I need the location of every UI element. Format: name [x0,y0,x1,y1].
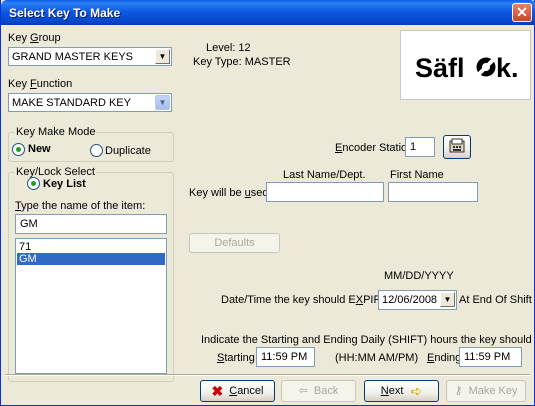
yellow-arrow-icon: ➪ [410,383,423,400]
close-icon: ✕ [516,4,528,20]
shift-instruction: Indicate the Starting and Ending Daily (… [201,334,535,346]
saflok-logo-graphic: Säfl k. [415,53,519,83]
footer-divider [5,374,530,376]
chevron-down-icon[interactable]: ▼ [155,49,170,64]
expire-date-value: 12/06/2008 [382,294,438,306]
last-name-header: Last Name/Dept. [283,169,366,181]
close-button[interactable]: ✕ [512,3,532,22]
cancel-button[interactable]: ✖ Cancel [200,380,275,402]
encoder-icon [449,138,465,153]
key-type-text: Key Type: MASTER [193,56,291,68]
expire-label: Date/Time the key should EXPIRE: [221,294,392,306]
svg-text:Säfl: Säfl [415,53,465,83]
chevron-down-icon[interactable]: ▼ [155,95,170,110]
level-text: Level: 12 [206,42,251,54]
make-key-button[interactable]: ⚷ Make Key [446,380,526,402]
key-list-radio[interactable] [27,177,40,190]
list-item-selected[interactable]: GM [17,253,165,265]
duplicate-radio-label[interactable]: Duplicate [105,145,151,157]
key-icon: ⚷ [454,385,463,398]
key-function-label: Key Function [8,78,73,90]
new-radio[interactable] [12,143,25,156]
key-group-value: GRAND MASTER KEYS [12,51,134,63]
encoder-station-input[interactable]: 1 [405,137,435,157]
back-button[interactable]: ⇦ Back [281,380,356,402]
window-title: Select Key To Make [9,6,121,20]
back-arrow-icon: ⇦ [298,385,308,398]
key-function-value: MAKE STANDARD KEY [12,97,131,109]
type-name-prompt: Type the name of the item: [15,200,146,212]
last-name-input[interactable] [266,182,384,202]
ending-time-input[interactable]: 11:59 PM [459,347,522,367]
red-x-icon: ✖ [211,383,224,400]
svg-text:k.: k. [496,53,519,83]
saflok-logo: Säfl k. [400,30,531,100]
next-button[interactable]: Next ➪ [364,380,439,402]
starting-label: Starting [217,352,255,364]
first-name-input[interactable] [388,182,478,202]
item-search-input[interactable]: GM [15,214,167,234]
chevron-down-icon[interactable]: ▼ [440,292,455,307]
key-listbox[interactable]: 71 GM [15,238,167,374]
encoder-button[interactable] [443,135,471,159]
list-item[interactable]: 71 [17,241,165,253]
first-name-header: First Name [390,169,444,181]
title-bar[interactable]: Select Key To Make ✕ [1,0,535,25]
key-function-select[interactable]: MAKE STANDARD KEY ▼ [8,93,172,112]
ending-label: Ending [427,352,462,364]
defaults-button[interactable]: Defaults [189,233,280,253]
duplicate-radio[interactable] [90,144,103,157]
dialog-window: Select Key To Make ✕ Key Group GRAND MAS… [0,0,535,406]
expire-date-picker[interactable]: 12/06/2008 ▼ [378,290,457,310]
new-radio-label[interactable]: New [28,143,51,155]
time-format-hint: (HH:MM AM/PM) [335,352,419,364]
key-list-label[interactable]: Key List [43,178,86,190]
date-format-hint: MM/DD/YYYY [384,270,454,282]
expire-suffix: At End Of Shift [459,294,532,306]
starting-time-input[interactable]: 11:59 PM [256,347,315,367]
key-group-select[interactable]: GRAND MASTER KEYS ▼ [8,47,172,66]
key-lock-select-title: Key/Lock Select [15,166,96,178]
key-group-label: Key Group [8,32,61,44]
key-make-mode-title: Key Make Mode [15,126,97,138]
